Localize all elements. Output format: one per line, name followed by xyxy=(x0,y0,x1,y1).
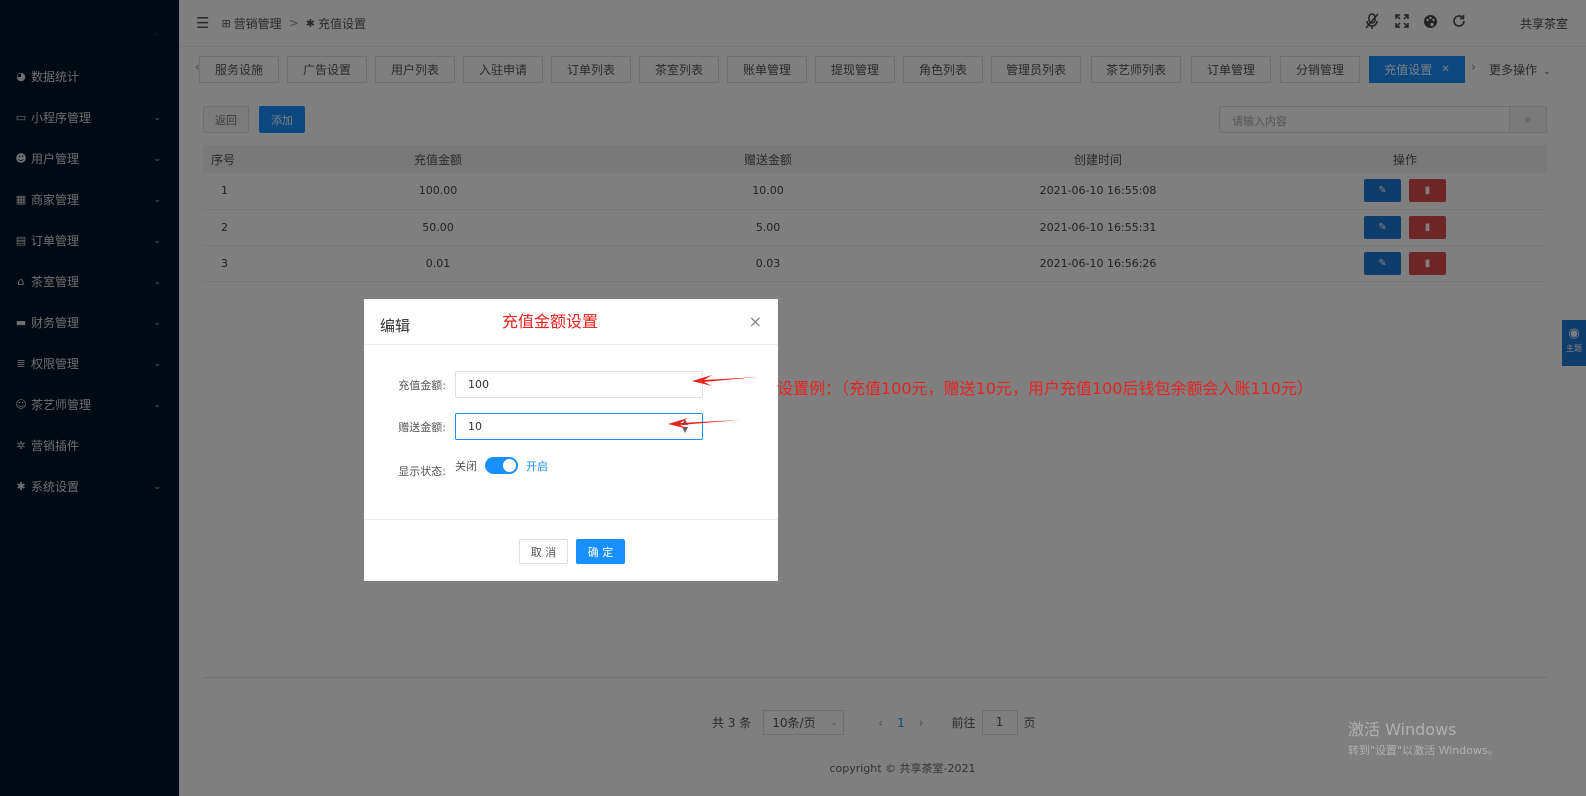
cancel-button[interactable]: 取 消 xyxy=(519,539,568,564)
watermark-line-2: 转到"设置"以激活 Windows。 xyxy=(1348,744,1499,757)
dialog-title: 编辑 xyxy=(380,317,411,335)
bonus-value: 10 xyxy=(468,420,482,433)
dialog-footer: 取 消 确 定 xyxy=(364,520,778,580)
windows-activation-watermark: 激活 Windows 转到"设置"以激活 Windows。 xyxy=(1348,716,1499,758)
toggle-knob xyxy=(503,459,516,472)
bonus-label: 赠送金额: xyxy=(398,421,446,434)
confirm-button[interactable]: 确 定 xyxy=(576,539,625,564)
switch-on-label: 开启 xyxy=(526,459,548,473)
annotation-arrow-1 xyxy=(692,375,758,386)
annotation-arrow-2 xyxy=(668,418,740,429)
status-switch-group: 关闭 开启 xyxy=(455,457,548,474)
annotation-note: 设置例：（充值100元，赠送10元，用户充值100后钱包余额会入账110元） xyxy=(777,379,1313,398)
watermark-line-1: 激活 Windows xyxy=(1348,720,1457,739)
edit-dialog: 编辑 × 充值金额: 100 赠送金额: 10 ▲ ▼ 显示状态: 关闭 开启 取… xyxy=(364,299,778,581)
switch-off-label: 关闭 xyxy=(455,459,477,473)
status-row: 显示状态: xyxy=(364,457,778,484)
close-icon[interactable]: × xyxy=(749,312,762,331)
amount-label: 充值金额: xyxy=(398,379,446,392)
status-toggle[interactable] xyxy=(485,457,518,474)
amount-input[interactable]: 100 xyxy=(455,371,703,398)
annotation-title: 充值金额设置 xyxy=(502,312,599,331)
status-label: 显示状态: xyxy=(398,465,446,478)
